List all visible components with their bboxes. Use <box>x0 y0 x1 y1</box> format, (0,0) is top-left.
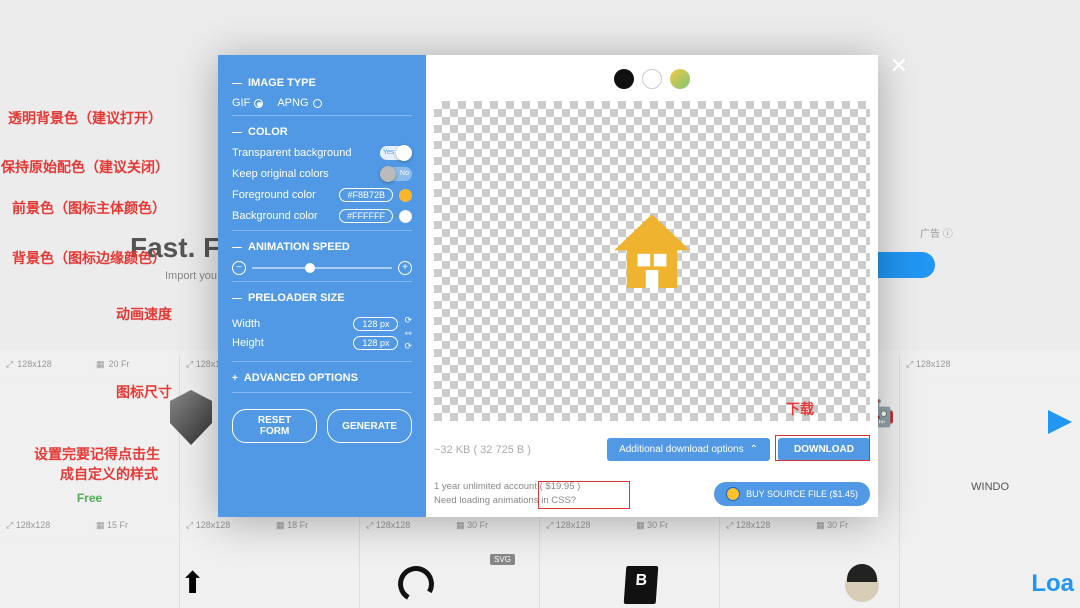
section-animation-speed[interactable]: — ANIMATION SPEED <box>232 241 412 253</box>
expand-icon[interactable]: + <box>232 373 238 384</box>
background-swatch[interactable] <box>399 210 412 223</box>
collapse-icon[interactable]: — <box>232 293 242 304</box>
foreground-swatch[interactable] <box>399 189 412 202</box>
account-info: 1 year unlimited account ( $19.95 ) Need… <box>434 480 714 507</box>
preview-area: ~32 KB ( 32 725 B ) Additional download … <box>426 55 878 517</box>
speed-slider[interactable] <box>252 267 392 269</box>
annotation-text: 保持原始配色（建议关闭） <box>1 157 169 177</box>
close-icon[interactable]: ✕ <box>890 53 908 79</box>
background-hex-input[interactable]: #FFFFFF <box>339 209 393 223</box>
hero-subtitle: Import you <box>165 270 217 282</box>
annotation-text: 透明背景色（建议打开） <box>8 108 162 128</box>
customize-modal: ✕ — IMAGE TYPE GIF APNG — COLOR Transpar… <box>218 55 878 517</box>
speed-increase-button[interactable]: + <box>398 261 412 275</box>
coin-icon <box>726 487 740 501</box>
refresh-icon[interactable]: ⟳ <box>404 341 412 352</box>
collapse-icon[interactable]: — <box>232 78 242 89</box>
collapse-icon[interactable]: — <box>232 242 242 253</box>
section-preloader-size[interactable]: — PRELOADER SIZE <box>232 292 412 304</box>
keep-original-label: Keep original colors <box>232 168 329 180</box>
background-color-label: Background color <box>232 210 318 222</box>
b-icon: B <box>624 566 659 604</box>
palette-gradient[interactable] <box>670 69 690 89</box>
ad-label: 广告 ⓘ <box>920 225 953 240</box>
svg-badge: SVG <box>490 554 515 565</box>
annotation-text: 成自定义的样式 <box>60 464 158 484</box>
section-advanced[interactable]: + ADVANCED OPTIONS <box>232 372 412 384</box>
options-sidebar: — IMAGE TYPE GIF APNG — COLOR Transparen… <box>218 55 426 517</box>
generate-button[interactable]: GENERATE <box>327 409 412 443</box>
keep-original-toggle[interactable]: No <box>380 167 412 181</box>
preview-canvas <box>434 101 870 421</box>
annotation-text: 背景色（图标边缘颜色） <box>12 248 166 268</box>
foreground-hex-input[interactable]: #F8B72B <box>339 188 393 202</box>
refresh-icon[interactable]: ⟳ <box>404 315 412 326</box>
loa-text: Loa <box>1031 570 1074 598</box>
collapse-icon[interactable]: — <box>232 127 242 138</box>
width-label: Width <box>232 318 260 330</box>
transparent-bg-label: Transparent background <box>232 147 351 159</box>
annotation-text: 设置完要记得点击生 <box>34 444 160 464</box>
expand-icon: ⤢ <box>6 359 13 369</box>
height-label: Height <box>232 337 264 349</box>
reset-form-button[interactable]: RESET FORM <box>232 409 317 443</box>
section-color[interactable]: — COLOR <box>232 126 412 138</box>
foreground-color-label: Foreground color <box>232 189 316 201</box>
link-icon[interactable]: ⇿ <box>404 328 412 339</box>
file-size-info: ~32 KB ( 32 725 B ) <box>434 444 599 456</box>
arrow-up-icon: ⬆ <box>180 566 205 601</box>
speed-decrease-button[interactable]: − <box>232 261 246 275</box>
transparent-bg-toggle[interactable]: Yes <box>380 146 412 160</box>
house-icon <box>607 207 697 297</box>
chevron-up-icon: ⌃ <box>750 444 758 455</box>
palette-white[interactable] <box>642 69 662 89</box>
buy-source-button[interactable]: BUY SOURCE FILE ($1.45) <box>714 482 870 506</box>
grid-cell[interactable]: ⤢ 128x128 WINDO <box>900 355 1080 515</box>
frames-icon: ▦ <box>96 359 105 369</box>
height-input[interactable]: 128 px <box>353 336 398 350</box>
slider-thumb[interactable] <box>305 263 315 273</box>
download-button[interactable]: DOWNLOAD <box>778 438 870 461</box>
radio-apng[interactable]: APNG <box>277 97 321 109</box>
annotation-text: 图标尺寸 <box>116 382 172 402</box>
annotation-text: 动画速度 <box>116 304 172 324</box>
annotation-text: 前景色（图标主体颜色） <box>12 198 166 218</box>
download-options-button[interactable]: Additional download options⌃ <box>607 438 770 461</box>
width-input[interactable]: 128 px <box>353 317 398 331</box>
radio-gif[interactable]: GIF <box>232 97 263 109</box>
grid-cell[interactable]: ⤢128x128 ▦20 Fr Free <box>0 355 180 515</box>
face-icon <box>845 568 879 602</box>
section-image-type[interactable]: — IMAGE TYPE <box>232 77 412 89</box>
annotation-text: 下载 <box>786 399 814 419</box>
palette-black[interactable] <box>614 69 634 89</box>
